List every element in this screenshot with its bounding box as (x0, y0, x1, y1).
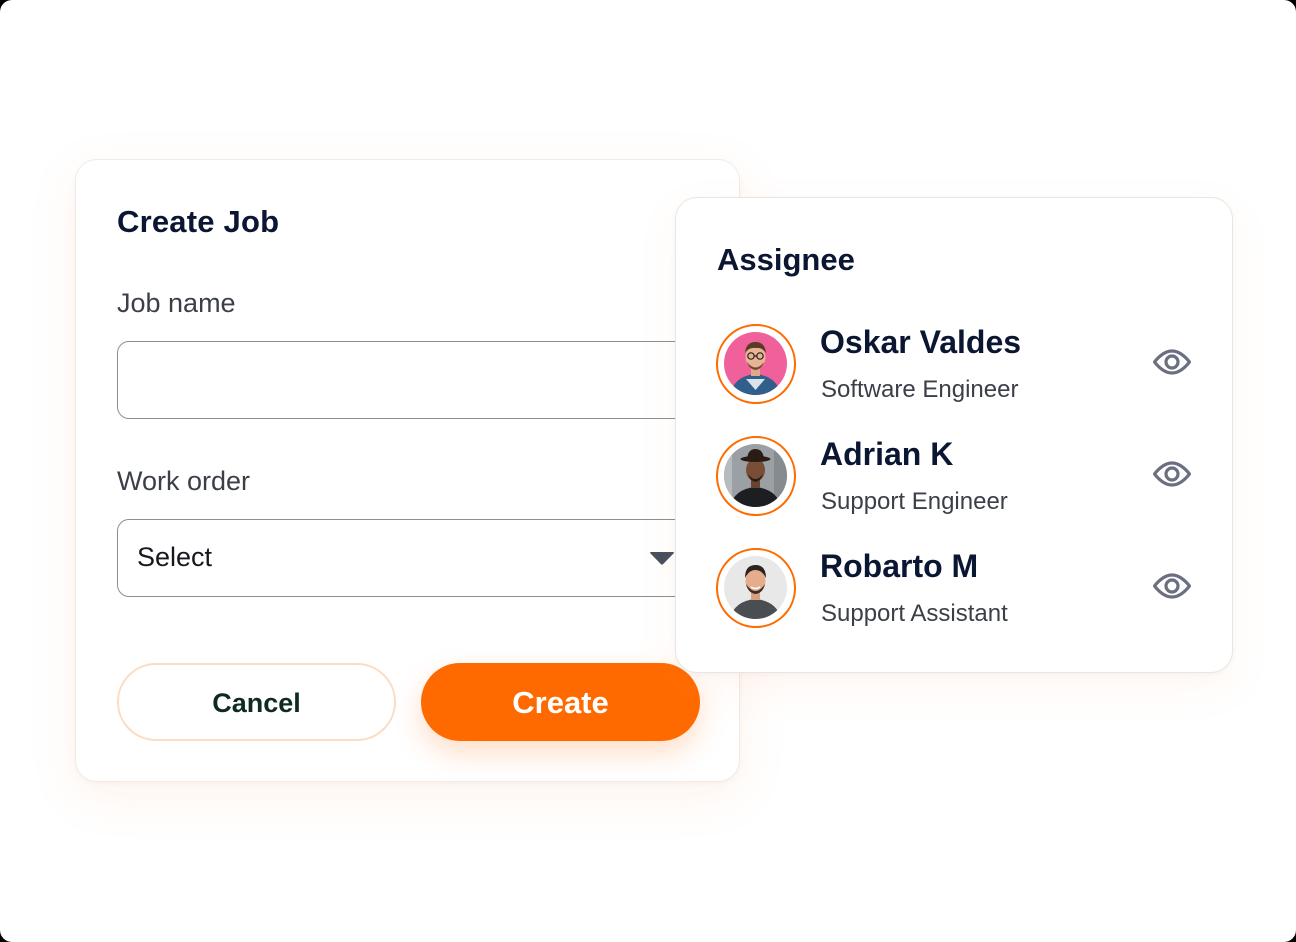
work-order-select[interactable]: Select (117, 519, 717, 597)
create-button[interactable]: Create (421, 663, 700, 741)
assignee-role: Support Engineer (821, 488, 1008, 515)
job-name-label: Job name (117, 288, 236, 318)
create-job-card: Create Job Job name Work order Select Ca… (75, 159, 740, 782)
person-photo-icon (724, 332, 787, 395)
avatar-photo (724, 332, 787, 395)
person-photo-icon (724, 444, 787, 507)
canvas: Create Job Job name Work order Select Ca… (0, 0, 1296, 942)
assignee-name: Robarto M (820, 548, 979, 584)
assignee-name: Adrian K (820, 436, 954, 472)
assignee-title: Assignee (717, 242, 855, 277)
create-job-title: Create Job (117, 204, 280, 239)
eye-icon[interactable] (1152, 570, 1192, 602)
avatar-photo (724, 556, 787, 619)
caret-down-icon (650, 552, 674, 565)
eye-icon[interactable] (1152, 346, 1192, 378)
avatar (716, 324, 796, 404)
avatar-photo (724, 444, 787, 507)
cancel-button[interactable]: Cancel (117, 663, 396, 741)
person-photo-icon (724, 556, 787, 619)
work-order-label: Work order (117, 466, 251, 496)
work-order-selected-value: Select (137, 542, 213, 572)
assignee-card: Assignee Oskar Valdes Software Engineer … (675, 197, 1233, 673)
assignee-row: Robarto M Support Assistant (676, 548, 1232, 632)
eye-icon[interactable] (1152, 458, 1192, 490)
job-name-input[interactable] (117, 341, 717, 419)
assignee-row: Oskar Valdes Software Engineer (676, 324, 1232, 408)
assignee-row: Adrian K Support Engineer (676, 436, 1232, 520)
avatar (716, 436, 796, 516)
avatar (716, 548, 796, 628)
assignee-role: Software Engineer (821, 376, 1019, 403)
assignee-role: Support Assistant (821, 600, 1008, 627)
assignee-name: Oskar Valdes (820, 324, 1022, 360)
